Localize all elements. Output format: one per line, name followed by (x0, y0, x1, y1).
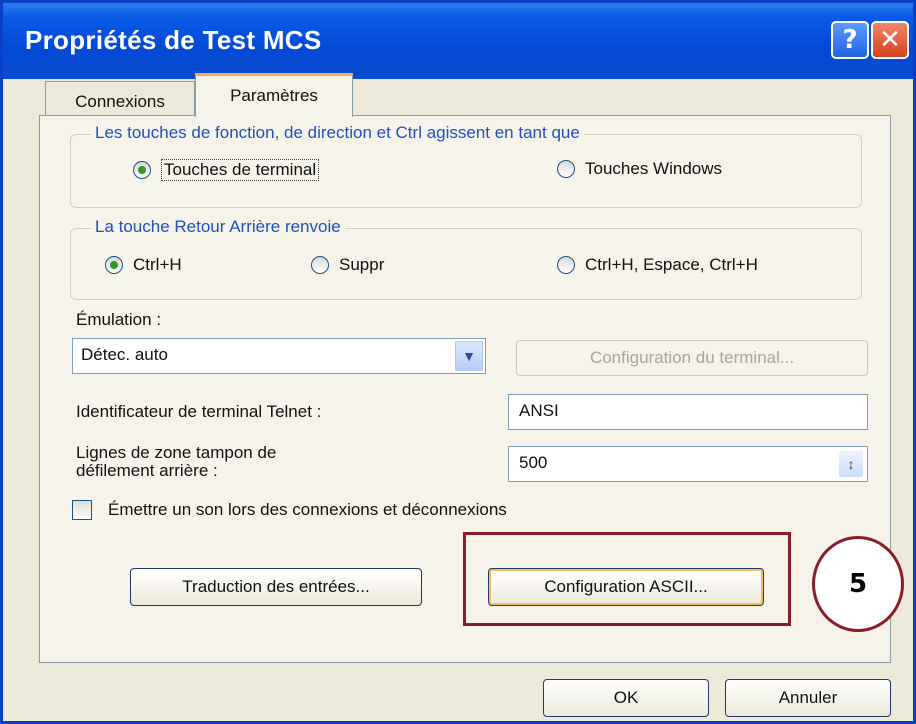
radio-ctrl-h-space-label: Ctrl+H, Espace, Ctrl+H (585, 255, 758, 274)
radio-unselected-icon (311, 256, 329, 274)
backspace-group: La touche Retour Arrière renvoie Ctrl+H … (70, 217, 862, 300)
radio-unselected-icon (557, 160, 575, 178)
close-button[interactable]: ✕ (871, 21, 909, 59)
radio-ctrl-h-label: Ctrl+H (133, 255, 182, 274)
telnet-label: Identificateur de terminal Telnet : (76, 402, 322, 421)
radio-windows-keys-label: Touches Windows (585, 159, 723, 178)
close-icon: ✕ (879, 25, 901, 55)
telnet-id-input[interactable]: ANSI (508, 394, 868, 430)
scrollback-label-line2: défilement arrière : (76, 461, 218, 480)
chevron-down-icon[interactable]: ▼ (455, 341, 483, 371)
radio-ctrl-h[interactable]: Ctrl+H (105, 255, 182, 275)
cancel-button[interactable]: Annuler (725, 679, 891, 717)
help-icon: ? (842, 25, 858, 55)
radio-selected-icon (133, 161, 151, 179)
highlight-box (463, 532, 791, 626)
spinner-arrows-icon[interactable]: ↕ (839, 451, 863, 477)
radio-terminal-keys[interactable]: Touches de terminal (133, 159, 320, 181)
scrollback-label: Lignes de zone tampon de défilement arri… (76, 444, 276, 480)
radio-terminal-keys-label: Touches de terminal (161, 159, 320, 181)
step-callout: 5 (812, 536, 904, 632)
function-keys-group: Les touches de fonction, de direction et… (70, 123, 862, 208)
emulation-label: Émulation : (76, 310, 162, 329)
backspace-legend: La touche Retour Arrière renvoie (91, 217, 345, 237)
terminal-config-button[interactable]: Configuration du terminal... (516, 340, 868, 376)
scrollback-label-line1: Lignes de zone tampon de (76, 443, 277, 462)
sound-checkbox[interactable] (72, 500, 92, 520)
help-button[interactable]: ? (831, 21, 869, 59)
scrollback-value: 500 (519, 453, 548, 472)
scrollback-lines-stepper[interactable]: 500 ↕ (508, 446, 868, 482)
input-translation-button[interactable]: Traduction des entrées... (130, 568, 422, 606)
ok-button[interactable]: OK (543, 679, 709, 717)
tab-parametres[interactable]: Paramètres (195, 73, 353, 117)
emulation-value: Détec. auto (81, 345, 168, 364)
emulation-select[interactable]: Détec. auto ▼ (72, 338, 486, 374)
function-keys-legend: Les touches de fonction, de direction et… (91, 123, 584, 143)
radio-selected-icon (105, 256, 123, 274)
radio-suppr[interactable]: Suppr (311, 255, 384, 275)
radio-ctrl-h-space[interactable]: Ctrl+H, Espace, Ctrl+H (557, 255, 758, 275)
sound-checkbox-label: Émettre un son lors des connexions et dé… (108, 500, 507, 519)
radio-unselected-icon (557, 256, 575, 274)
radio-suppr-label: Suppr (339, 255, 385, 274)
dialog-title: Propriétés de Test MCS (25, 25, 322, 55)
title-bar: Propriétés de Test MCS ? ✕ (3, 3, 913, 79)
tab-connexions[interactable]: Connexions (45, 81, 195, 117)
radio-windows-keys[interactable]: Touches Windows (557, 159, 722, 179)
